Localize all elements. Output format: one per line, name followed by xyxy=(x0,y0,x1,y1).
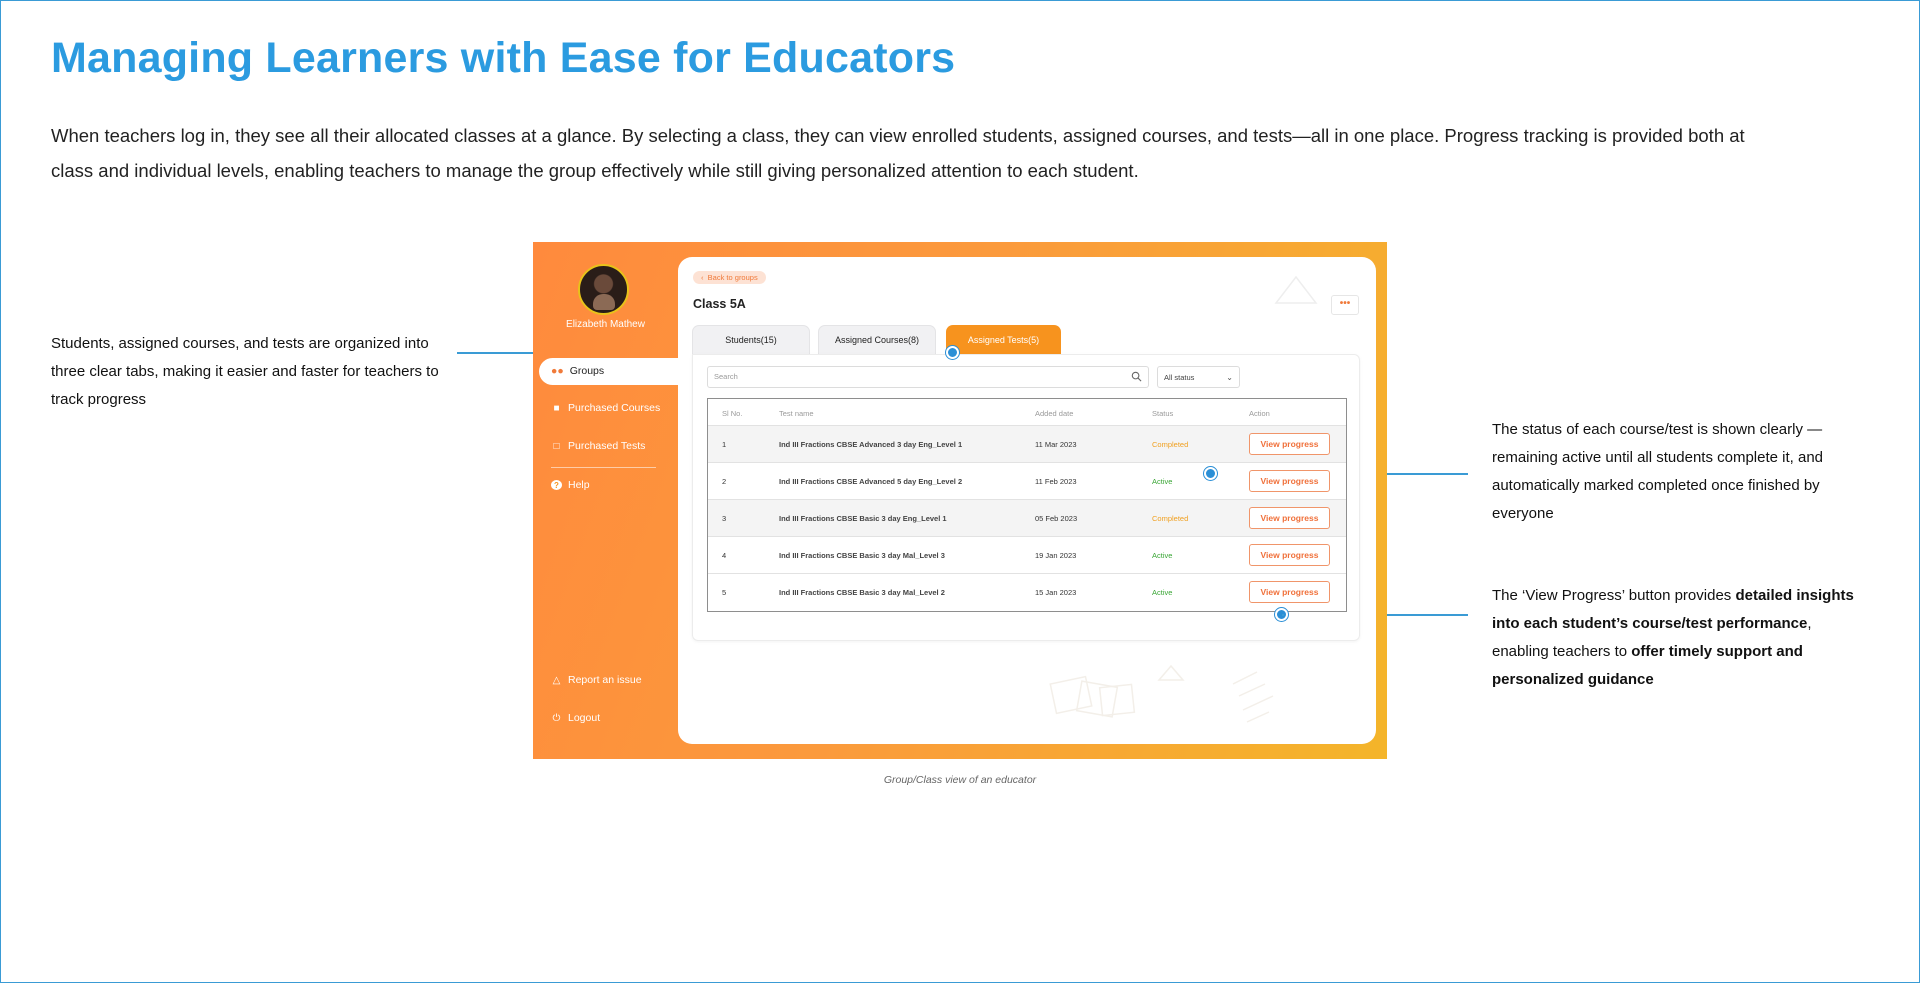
tab-students[interactable]: Students(15) xyxy=(692,325,810,354)
added-date: 15 Jan 2023 xyxy=(1035,588,1077,597)
status-filter-select[interactable]: All status ⌄ xyxy=(1157,366,1240,388)
view-progress-button[interactable]: View progress xyxy=(1249,544,1330,566)
view-progress-button[interactable]: View progress xyxy=(1249,581,1330,603)
power-icon: ⏻ xyxy=(552,712,561,724)
leader-line-progress-stem xyxy=(1282,614,1284,616)
app-mockup: Elizabeth Mathew ●● Groups ■ Purchased C… xyxy=(533,242,1387,759)
sidebar-item-help[interactable]: ? Help xyxy=(551,479,590,491)
callout-text: The ‘View Progress’ button provides xyxy=(1492,587,1736,604)
callout-view-progress: The ‘View Progress’ button provides deta… xyxy=(1492,582,1872,694)
search-input[interactable]: Search xyxy=(707,366,1149,388)
warning-icon: △ xyxy=(552,674,561,686)
sidebar-divider xyxy=(551,467,656,468)
status-badge: Completed xyxy=(1152,514,1189,523)
view-progress-button[interactable]: View progress xyxy=(1249,433,1330,455)
chevron-down-icon: ⌄ xyxy=(1226,373,1233,382)
decorative-triangle-icon xyxy=(1274,275,1318,304)
sidebar-item-purchased-tests[interactable]: □ Purchased Tests xyxy=(551,440,645,452)
tab-assigned-courses[interactable]: Assigned Courses(8) xyxy=(818,325,936,354)
table-row: 5 Ind III Fractions CBSE Basic 3 day Mal… xyxy=(708,573,1346,610)
avatar[interactable] xyxy=(578,264,629,315)
tests-table: Sl No. Test name Added date Status Actio… xyxy=(707,398,1347,612)
status-badge: Active xyxy=(1152,588,1173,597)
added-date: 05 Feb 2023 xyxy=(1035,514,1078,523)
added-date: 11 Feb 2023 xyxy=(1035,477,1077,486)
column-header: Status xyxy=(1152,409,1174,418)
back-label: Back to groups xyxy=(707,273,758,282)
added-date: 19 Jan 2023 xyxy=(1035,551,1077,560)
test-name: Ind III Fractions CBSE Basic 3 day Mal_L… xyxy=(779,551,945,560)
class-title: Class 5A xyxy=(693,297,746,311)
status-badge: Completed xyxy=(1152,440,1189,449)
table-row: 3 Ind III Fractions CBSE Basic 3 day Eng… xyxy=(708,499,1346,536)
sidebar-item-label: Groups xyxy=(569,365,605,377)
figure-caption: Group/Class view of an educator xyxy=(883,774,1037,786)
sidebar-item-label: Help xyxy=(568,479,590,491)
tab-assigned-tests[interactable]: Assigned Tests(5) xyxy=(946,325,1061,354)
column-header: Added date xyxy=(1035,409,1074,418)
sidebar-item-label: Purchased Tests xyxy=(568,440,646,452)
row-number: 1 xyxy=(722,440,727,449)
sidebar-item-groups[interactable]: ●● Groups xyxy=(551,365,604,377)
page-title: Managing Learners with Ease for Educator… xyxy=(51,34,956,82)
test-name: Ind III Fractions CBSE Advanced 5 day En… xyxy=(779,477,963,486)
row-number: 5 xyxy=(722,588,727,597)
test-name: Ind III Fractions CBSE Basic 3 day Eng_L… xyxy=(779,514,947,523)
test-name: Ind III Fractions CBSE Advanced 3 day En… xyxy=(779,440,963,449)
groups-icon: ●● xyxy=(551,365,564,377)
marker-dot-tabs xyxy=(946,346,959,359)
sidebar: Elizabeth Mathew ●● Groups ■ Purchased C… xyxy=(533,242,678,759)
row-number: 2 xyxy=(722,477,727,486)
column-header: Test name xyxy=(779,409,814,418)
column-header: Action xyxy=(1249,409,1270,418)
book-icon: ■ xyxy=(553,402,560,414)
view-progress-button[interactable]: View progress xyxy=(1249,470,1330,492)
sidebar-item-report[interactable]: △ Report an issue xyxy=(551,674,642,686)
marker-dot-status xyxy=(1204,467,1217,480)
callout-tabs: Students, assigned courses, and tests ar… xyxy=(51,335,439,408)
row-number: 3 xyxy=(722,514,727,523)
status-badge: Active xyxy=(1152,551,1173,560)
row-number: 4 xyxy=(722,551,727,560)
user-name: Elizabeth Mathew xyxy=(566,319,645,330)
search-icon xyxy=(1131,371,1142,382)
main-panel: ‹ Back to groups Class 5A ••• Students(1… xyxy=(678,257,1376,744)
back-to-groups-button[interactable]: ‹ Back to groups xyxy=(693,271,766,284)
status-filter-value: All status xyxy=(1164,373,1195,382)
sidebar-item-label: Report an issue xyxy=(568,674,642,686)
decorative-shapes-icon xyxy=(1049,664,1274,723)
table-row: 4 Ind III Fractions CBSE Basic 3 day Mal… xyxy=(708,536,1346,573)
sidebar-item-purchased-courses[interactable]: ■ Purchased Courses xyxy=(551,402,660,414)
column-header: Sl No. xyxy=(722,409,743,418)
help-icon: ? xyxy=(551,480,562,490)
intro-paragraph: When teachers log in, they see all their… xyxy=(51,125,1745,181)
sidebar-item-label: Logout xyxy=(568,712,601,724)
view-progress-button[interactable]: View progress xyxy=(1249,507,1330,529)
callout-status: The status of each course/test is shown … xyxy=(1492,421,1824,522)
search-placeholder: Search xyxy=(714,372,738,381)
more-options-button[interactable]: ••• xyxy=(1331,295,1359,315)
status-badge: Active xyxy=(1152,477,1173,486)
added-date: 11 Mar 2023 xyxy=(1035,440,1077,449)
sidebar-item-label: Purchased Courses xyxy=(568,402,661,414)
sidebar-item-logout[interactable]: ⏻ Logout xyxy=(551,712,601,724)
test-name: Ind III Fractions CBSE Basic 3 day Mal_L… xyxy=(779,588,945,597)
table-row: 1 Ind III Fractions CBSE Advanced 3 day … xyxy=(708,425,1346,462)
table-row: 2 Ind III Fractions CBSE Advanced 5 day … xyxy=(708,462,1346,499)
test-icon: □ xyxy=(553,440,560,452)
